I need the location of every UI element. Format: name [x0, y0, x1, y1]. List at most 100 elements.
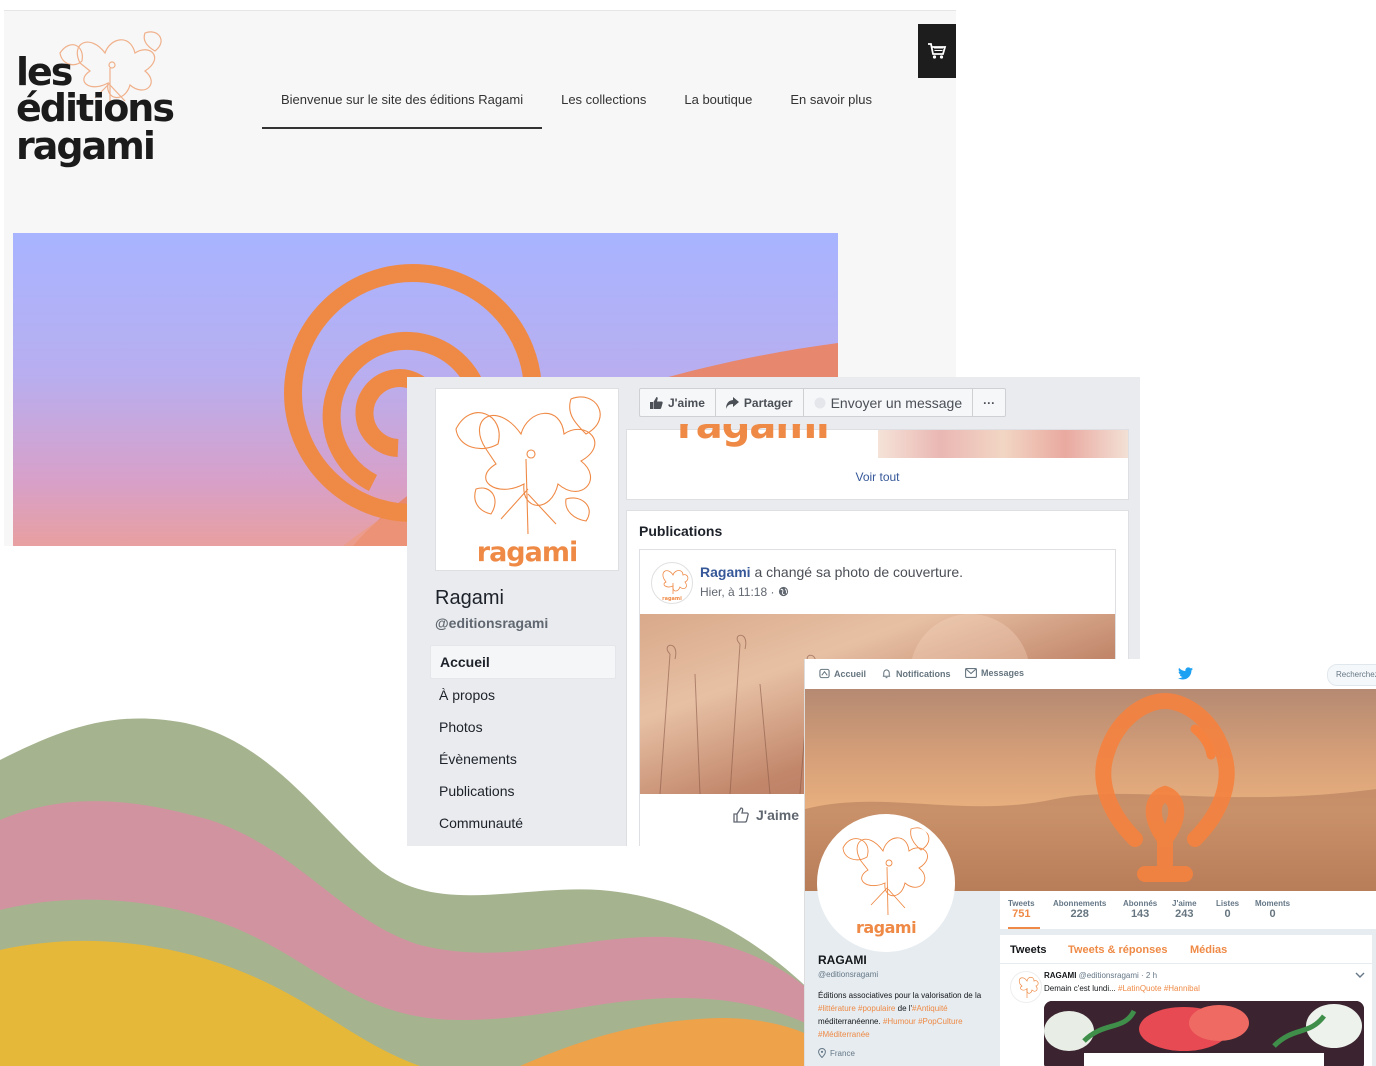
- nav-item-collections[interactable]: Les collections: [542, 91, 665, 127]
- tw-search-input[interactable]: Recherchez: [1327, 664, 1376, 686]
- tw-bio-text: Éditions associatives pour la valorisati…: [818, 991, 982, 1000]
- tw-nav-messages[interactable]: Messages: [965, 668, 1024, 678]
- fb-page-handle[interactable]: @editionsragami: [435, 615, 548, 631]
- fb-post-headline: Ragami a changé sa photo de couverture.: [700, 564, 963, 580]
- fb-post-author-link[interactable]: Ragami: [700, 564, 751, 580]
- tw-stat-moments[interactable]: Moments 0: [1255, 899, 1290, 920]
- tw-stat-following[interactable]: Abonnements 228: [1053, 899, 1106, 920]
- tw-timeline-tabs: Tweets Tweets & réponses Médias: [1000, 935, 1372, 964]
- tw-tweet-image[interactable]: [1044, 1001, 1364, 1066]
- tw-tweet-text: Demain c'est lundi... #LatinQuote #Hanni…: [1044, 984, 1200, 993]
- location-pin-icon: [818, 1048, 826, 1058]
- logo-word-ragami: ragami: [16, 124, 156, 168]
- fb-avatar-wordmark: ragami: [476, 537, 578, 568]
- fb-photo-thumb-logo[interactable]: ragami: [627, 424, 877, 456]
- tw-stat-value: 243: [1175, 908, 1194, 920]
- tw-stat-label: Listes: [1216, 899, 1240, 908]
- tw-nav-notifications-label: Notifications: [896, 668, 951, 679]
- fb-see-all-link[interactable]: Voir tout: [627, 470, 1128, 484]
- thumbs-up-icon: [650, 396, 663, 409]
- fb-page-name[interactable]: Ragami: [435, 587, 504, 610]
- fb-menu-item-about[interactable]: À propos: [430, 679, 616, 711]
- fb-post-avatar-wordmark: ragami: [662, 596, 682, 602]
- site-logo[interactable]: les éditions ragami: [10, 23, 175, 173]
- more-options-icon: ···: [983, 395, 996, 410]
- tw-location-label: France: [830, 1048, 855, 1058]
- fb-post-action-text: a changé sa photo de couverture.: [750, 564, 964, 580]
- fb-menu-item-community[interactable]: Communauté: [430, 807, 616, 839]
- fb-share-label: Partager: [743, 395, 793, 410]
- tab-media[interactable]: Médias: [1190, 944, 1227, 956]
- fb-page-action-bar: J'aime Partager Envoyer un message ···: [639, 388, 1007, 417]
- fb-menu-item-posts[interactable]: Publications: [430, 775, 616, 807]
- logo-word-editions: éditions: [16, 86, 175, 130]
- fb-post-timestamp[interactable]: Hier, à 11:18 ·: [700, 585, 789, 599]
- twitter-bird-icon[interactable]: [1178, 667, 1193, 680]
- tw-stat-label: Abonnés: [1123, 899, 1158, 908]
- tw-tweet-body: Demain c'est lundi...: [1044, 984, 1119, 993]
- fb-photos-card: ragami Voir tout: [626, 424, 1129, 500]
- tw-stat-value: 0: [1224, 908, 1231, 920]
- fb-share-button[interactable]: Partager: [716, 389, 804, 416]
- fb-post-like-button[interactable]: J'aime: [732, 806, 799, 824]
- tw-nav-notifications[interactable]: Notifications: [881, 668, 951, 679]
- home-icon: [819, 668, 830, 679]
- tw-stat-label: Tweets: [1008, 899, 1035, 908]
- tw-stat-value: 228: [1070, 908, 1089, 920]
- tw-stat-value: 0: [1269, 908, 1276, 920]
- tw-nav-messages-label: Messages: [981, 668, 1025, 678]
- tw-profile-bio: Éditions associatives pour la valorisati…: [818, 989, 983, 1041]
- fb-profile-picture[interactable]: ragami: [435, 388, 619, 571]
- fb-menu-item-home[interactable]: Accueil: [430, 645, 616, 679]
- fb-like-page-label: J'aime: [668, 395, 705, 410]
- tw-profile-stats: Tweets 751 Abonnements 228 Abonnés 143 J…: [1000, 891, 1376, 930]
- messenger-icon: [814, 397, 826, 408]
- nav-item-about[interactable]: En savoir plus: [771, 91, 891, 127]
- tw-profile-name[interactable]: RAGAMI: [818, 953, 867, 967]
- fb-menu-item-events[interactable]: Évènements: [430, 743, 616, 775]
- tw-nav-home[interactable]: Accueil: [819, 668, 866, 679]
- tw-stat-label: Moments: [1255, 899, 1291, 908]
- fb-more-options-button[interactable]: ···: [973, 389, 1005, 416]
- twitter-screenshot: Accueil Notifications Messages Recherche…: [804, 659, 1376, 1066]
- tw-stat-lists[interactable]: Listes 0: [1216, 899, 1239, 920]
- tw-tweet-meta: @editionsragami · 2 h: [1076, 971, 1158, 980]
- tw-tweet-header: RAGAMI @editionsragami · 2 h: [1044, 971, 1157, 980]
- fb-photo-thumb-wordmark: ragami: [677, 424, 830, 448]
- bell-icon: [882, 669, 891, 679]
- fb-post-like-label: J'aime: [756, 807, 800, 823]
- tab-tweets-replies[interactable]: Tweets & réponses: [1068, 944, 1167, 956]
- tw-stat-followers[interactable]: Abonnés 143: [1123, 899, 1157, 920]
- tw-stat-likes[interactable]: J'aime 243: [1172, 899, 1197, 920]
- tw-tweet-author[interactable]: RAGAMI: [1044, 971, 1076, 980]
- tw-stat-label: Abonnements: [1053, 899, 1107, 908]
- tw-stat-tweets[interactable]: Tweets 751: [1008, 899, 1035, 920]
- tw-profile-info: RAGAMI @editionsragami Éditions associat…: [805, 929, 1000, 1066]
- site-navigation: Bienvenue sur le site des éditions Ragam…: [262, 91, 891, 129]
- tw-stat-value: 751: [1012, 908, 1031, 920]
- thumbs-up-icon: [733, 807, 749, 823]
- fb-publications-title: Publications: [639, 523, 723, 539]
- tw-bio-hashtag[interactable]: #littérature #populaire: [818, 1004, 895, 1013]
- tw-bio-hashtag[interactable]: #Antiquité: [912, 1004, 948, 1013]
- cart-button[interactable]: [918, 24, 956, 78]
- tab-tweets[interactable]: Tweets: [1010, 944, 1046, 956]
- fb-post-avatar[interactable]: ragami: [651, 562, 693, 604]
- flower-logo-icon: [1018, 976, 1039, 998]
- fb-like-page-button[interactable]: J'aime: [640, 389, 716, 416]
- fb-post-time-text: Hier, à 11:18 ·: [700, 585, 778, 599]
- flower-logo-icon: [842, 827, 930, 916]
- nav-item-home[interactable]: Bienvenue sur le site des éditions Ragam…: [262, 91, 543, 129]
- fb-send-message-button[interactable]: Envoyer un message: [804, 389, 974, 416]
- tw-tweet-avatar[interactable]: [1010, 971, 1042, 1003]
- nav-item-shop[interactable]: La boutique: [665, 91, 771, 127]
- chevron-down-icon[interactable]: [1355, 971, 1365, 982]
- tw-active-stat-underline: [1008, 927, 1040, 929]
- tw-tweet-hashtags[interactable]: #LatinQuote #Hannibal: [1118, 984, 1200, 993]
- fb-photo-thumb-floral[interactable]: [878, 430, 1128, 458]
- fb-menu-item-photos[interactable]: Photos: [430, 711, 616, 743]
- fb-sidebar: ragami Ragami @editionsragami Accueil À …: [407, 377, 626, 846]
- tw-stat-label: J'aime: [1172, 899, 1197, 908]
- tw-profile-handle[interactable]: @editionsragami: [818, 970, 878, 979]
- tw-timeline: Tweets Tweets & réponses Médias RAGAMI @…: [1000, 935, 1372, 1066]
